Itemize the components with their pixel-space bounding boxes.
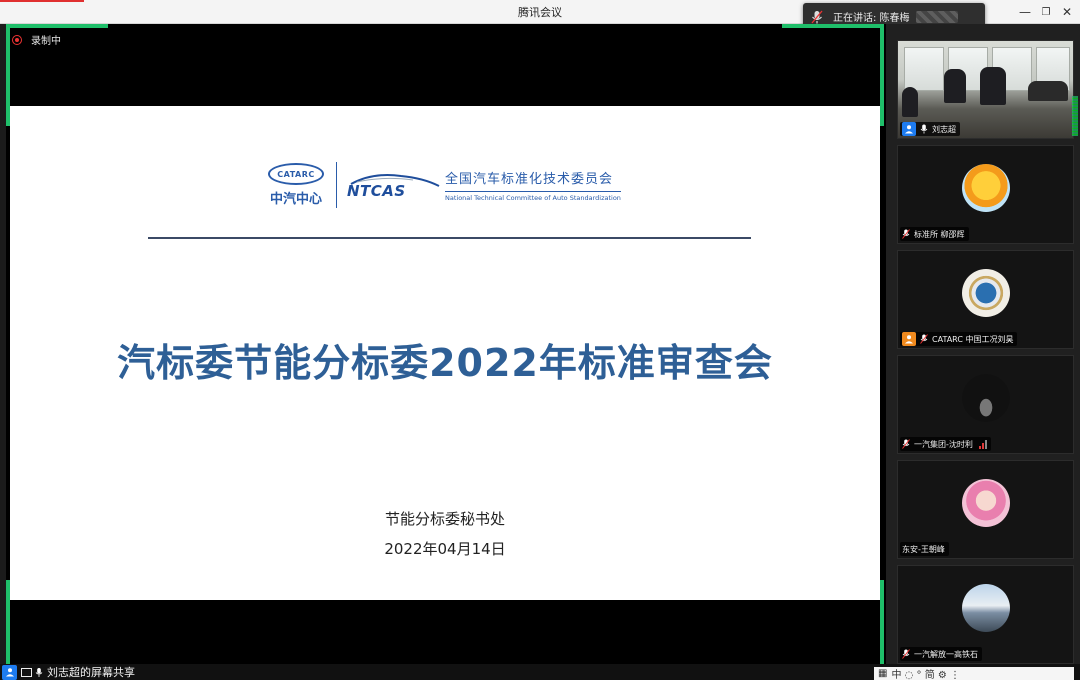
speaking-blurred-name [915,10,958,23]
screen-share-icon [21,667,32,677]
microphone-muted-icon [920,334,928,344]
volume-scroll-indicator [1072,96,1078,136]
ntcas-logo: NTCAS [343,170,443,200]
microphone-icon [920,124,928,134]
video-chair [1028,81,1068,101]
microphone-icon [35,667,43,677]
participant-tile[interactable]: 东安-王朝峰 [897,460,1074,559]
recording-indicator[interactable]: 录制中 [12,32,61,47]
participant-label: 一汽解放一高铁石 [900,647,982,661]
participant-label: 一汽集团-沈时利 [900,437,991,451]
microphone-muted-icon [902,439,910,449]
video-window [904,47,944,91]
catarc-name: 中汽中心 [269,192,322,207]
recording-label: 录制中 [31,36,61,47]
share-corner-tl [6,24,10,126]
screen-share-info[interactable]: 刘志超的屏幕共享 [2,664,135,680]
video-person [980,67,1006,105]
catarc-logo-mark: CATARC [268,163,324,185]
catarc-logo: CATARC 中汽中心 [266,163,326,207]
user-icon [902,332,916,346]
microphone-muted-icon [902,229,910,239]
participant-avatar [962,584,1010,632]
committee-en: National Technical Committee of Auto Sta… [445,191,621,202]
participant-label: 刘志超 [900,122,960,136]
minimize-icon[interactable]: — [1015,2,1035,22]
ntcas-text: NTCAS [347,182,406,200]
slide-logos: CATARC 中汽中心 NTCAS 全国汽车标准化技术委员会 National … [266,160,621,210]
slide-organizer: 节能分标委秘书处 [384,510,505,528]
participant-tile[interactable]: CATARC 中国工况刘昊 [897,250,1074,349]
participant-avatar [962,479,1010,527]
user-icon [2,664,17,680]
participant-label: 东安-王朝峰 [900,542,949,556]
screen-share-label: 刘志超的屏幕共享 [47,666,135,679]
participant-avatar [962,164,1010,212]
participant-tile[interactable]: 一汽解放一高铁石 [897,565,1074,664]
share-corner-tr-h [782,24,884,28]
committee-cn: 全国汽车标准化技术委员会 [445,172,614,187]
user-icon [902,122,916,136]
participant-name: CATARC 中国工况刘昊 [932,334,1014,344]
record-icon [12,34,22,45]
share-corner-tl-h [6,24,108,28]
speaking-label: 正在讲话: 陈春梅 [833,13,910,24]
participant-tile[interactable]: 刘志超 [897,40,1074,139]
video-person [944,69,966,103]
microphone-icon [811,10,823,23]
keyboard-icon[interactable]: ▦ [878,668,887,679]
participant-tile[interactable]: 标准所 柳邵辉 [897,145,1074,244]
logo-divider [336,162,337,208]
participant-avatar [962,374,1010,422]
participant-name: 刘志超 [932,124,956,134]
close-icon[interactable]: ✕ [1057,2,1077,22]
participant-label: 标准所 柳邵辉 [900,227,969,241]
restore-icon[interactable]: ❐ [1036,2,1056,22]
share-corner-br [880,580,884,666]
participant-tile[interactable]: 一汽集团-沈时利 [897,355,1074,454]
participant-name: 一汽集团-沈时利 [914,439,973,449]
ime-toolbar[interactable]: ▦ 中 ◌ ° 简 ⚙ ⋮ [874,667,1074,680]
microphone-muted-icon [902,649,910,659]
share-corner-bl [6,580,10,666]
video-chair [902,87,918,117]
participant-name: 一汽解放一高铁石 [914,649,978,659]
slide-date: 2022年04月14日 [384,540,506,558]
title-accent [0,0,84,2]
slide-divider [148,237,751,239]
participant-label: CATARC 中国工况刘昊 [900,332,1018,346]
slide-title: 汽标委节能分标委2022年标准审查会 [117,341,773,385]
network-signal-icon [978,439,987,449]
participant-name: 东安-王朝峰 [902,544,945,554]
ime-status[interactable]: 中 ◌ ° 简 ⚙ ⋮ [891,666,960,680]
share-corner-tr [880,24,884,126]
committee-name: 全国汽车标准化技术委员会 National Technical Committe… [445,168,621,202]
presentation-slide: CATARC 中汽中心 NTCAS 全国汽车标准化技术委员会 National … [10,106,880,600]
participant-avatar [962,269,1010,317]
participant-name: 标准所 柳邵辉 [914,229,965,239]
